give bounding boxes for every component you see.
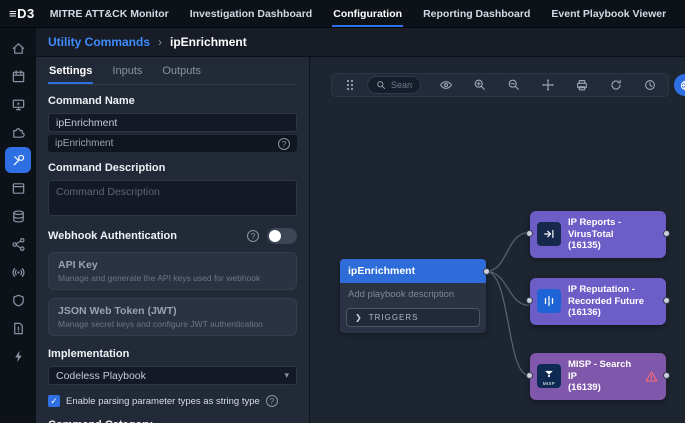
breadcrumb: Utility Commands › ipEnrichment — [36, 28, 685, 57]
breadcrumb-current: ipEnrichment — [170, 35, 247, 49]
breadcrumb-utility-commands[interactable]: Utility Commands — [48, 35, 150, 49]
parsing-help-icon[interactable]: ? — [266, 395, 278, 407]
task-node-misp[interactable]: MISP MISP - Search IP (16139) — [530, 353, 666, 400]
breadcrumb-separator: › — [158, 35, 162, 49]
command-settings-panel: Settings Inputs Outputs Command Name ipE… — [36, 57, 310, 423]
task-id: (16139) — [568, 382, 638, 394]
jwt-subtitle: Manage secret keys and configure JWT aut… — [58, 319, 287, 329]
tab-outputs[interactable]: Outputs — [161, 63, 202, 84]
jwt-title: JSON Web Token (JWT) — [58, 305, 287, 317]
recorded-future-icon — [537, 289, 561, 313]
task-input-port[interactable] — [526, 372, 533, 379]
webhook-auth-label: Webhook Authentication — [48, 230, 177, 242]
rail-share-icon[interactable] — [4, 230, 32, 258]
virustotal-icon — [537, 222, 561, 246]
icon-rail — [0, 28, 36, 423]
nav-configuration[interactable]: Configuration — [332, 0, 403, 27]
parsing-checkbox-label: Enable parsing parameter types as string… — [66, 396, 260, 407]
rail-monitor-icon[interactable] — [4, 90, 32, 118]
api-key-title: API Key — [58, 259, 287, 271]
tab-settings[interactable]: Settings — [48, 63, 93, 84]
task-title: MISP - Search IP — [568, 359, 638, 382]
canvas-toolbar — [331, 73, 669, 97]
globe-icon — [679, 79, 685, 92]
chevron-right-icon: ❯ — [355, 313, 363, 322]
command-name-input[interactable] — [48, 113, 297, 132]
nav-reporting-dashboard[interactable]: Reporting Dashboard — [422, 0, 531, 27]
jwt-card[interactable]: JSON Web Token (JWT) Manage secret keys … — [48, 298, 297, 336]
task-node-virustotal[interactable]: IP Reports - VirusTotal (16135) — [530, 211, 666, 258]
playbook-search-input[interactable] — [391, 80, 412, 90]
playbook-canvas[interactable]: ipEnrichment Add playbook description ❯ … — [310, 57, 685, 423]
search-icon — [376, 80, 386, 90]
rail-window-icon[interactable] — [4, 174, 32, 202]
parsing-checkbox[interactable]: ✓ — [48, 395, 60, 407]
nav-mitre-attck-monitor[interactable]: MITRE ATT&CK Monitor — [49, 0, 170, 27]
command-description-label: Command Description — [48, 162, 297, 174]
webhook-help-icon[interactable]: ? — [247, 230, 259, 242]
tab-inputs[interactable]: Inputs — [111, 63, 143, 84]
implementation-select[interactable]: Codeless Playbook ▾ — [48, 366, 297, 385]
trigger-output-port[interactable] — [483, 268, 490, 275]
misp-icon-label: MISP — [543, 382, 555, 387]
misp-icon: MISP — [537, 364, 561, 388]
playbook-search — [367, 76, 421, 94]
trigger-node-ipenrichment[interactable]: ipEnrichment Add playbook description ❯ … — [340, 259, 486, 333]
command-name-label: Command Name — [48, 95, 297, 107]
parsing-option-row: ✓ Enable parsing parameter types as stri… — [48, 395, 297, 407]
api-key-card[interactable]: API Key Manage and generate the API keys… — [48, 252, 297, 290]
implementation-value: Codeless Playbook — [56, 370, 146, 382]
zoom-out-icon[interactable] — [504, 78, 524, 92]
task-id: (16135) — [568, 240, 659, 252]
trigger-node-title: ipEnrichment — [340, 259, 486, 283]
rail-report-icon[interactable] — [4, 314, 32, 342]
api-key-subtitle: Manage and generate the API keys used fo… — [58, 273, 287, 283]
history-icon[interactable] — [640, 78, 660, 92]
task-label: MISP - Search IP (16139) — [568, 359, 638, 394]
fit-view-icon[interactable] — [538, 78, 558, 92]
command-name-display-value: ipEnrichment — [55, 138, 113, 149]
zoom-in-icon[interactable] — [470, 78, 490, 92]
rail-shield-icon[interactable] — [4, 286, 32, 314]
chevron-down-icon: ▾ — [284, 370, 289, 381]
implementation-label: Implementation — [48, 348, 297, 360]
task-label: IP Reputation - Recorded Future (16136) — [568, 284, 659, 319]
print-icon[interactable] — [572, 78, 592, 92]
top-navigation: ≡D3 MITRE ATT&CK Monitor Investigation D… — [0, 0, 685, 28]
task-title: IP Reports - VirusTotal — [568, 217, 659, 240]
webhook-toggle[interactable] — [267, 228, 297, 244]
rail-home-icon[interactable] — [4, 34, 32, 62]
rail-database-icon[interactable] — [4, 202, 32, 230]
task-id: (16136) — [568, 307, 659, 319]
rail-tools-icon[interactable] — [5, 147, 31, 173]
command-description-input[interactable] — [48, 180, 297, 216]
webhook-toggle-knob — [269, 230, 281, 242]
task-node-recorded-future[interactable]: IP Reputation - Recorded Future (16136) — [530, 278, 666, 325]
drag-handle-icon[interactable] — [340, 78, 360, 92]
command-category-label: Command Category — [48, 419, 297, 423]
d3-soar-app: ≡D3 MITRE ATT&CK Monitor Investigation D… — [0, 0, 685, 423]
d3-logo: ≡D3 — [0, 0, 49, 27]
rail-broadcast-icon[interactable] — [4, 258, 32, 286]
warning-icon[interactable] — [645, 370, 659, 383]
command-name-display: ipEnrichment ? — [48, 135, 297, 152]
refresh-icon[interactable] — [606, 78, 626, 92]
nav-event-playbook-viewer[interactable]: Event Playbook Viewer — [550, 0, 667, 27]
rail-lightning-icon[interactable] — [4, 342, 32, 370]
panel-tabs: Settings Inputs Outputs — [48, 63, 297, 85]
trigger-node-description[interactable]: Add playbook description — [340, 283, 486, 302]
toolbar-icons — [436, 78, 660, 92]
rail-calendar-icon[interactable] — [4, 62, 32, 90]
webhook-auth-row: Webhook Authentication ? — [48, 228, 297, 244]
help-icon[interactable]: ? — [278, 138, 290, 150]
task-title: IP Reputation - Recorded Future — [568, 284, 659, 307]
nav-investigation-dashboard[interactable]: Investigation Dashboard — [189, 0, 314, 27]
task-input-port[interactable] — [526, 297, 533, 304]
triggers-label: TRIGGERS — [369, 313, 419, 322]
eye-icon[interactable] — [436, 78, 456, 92]
rail-puzzle-icon[interactable] — [4, 118, 32, 146]
triggers-expander[interactable]: ❯ TRIGGERS — [346, 308, 480, 327]
task-input-port[interactable] — [526, 230, 533, 237]
task-label: IP Reports - VirusTotal (16135) — [568, 217, 659, 252]
